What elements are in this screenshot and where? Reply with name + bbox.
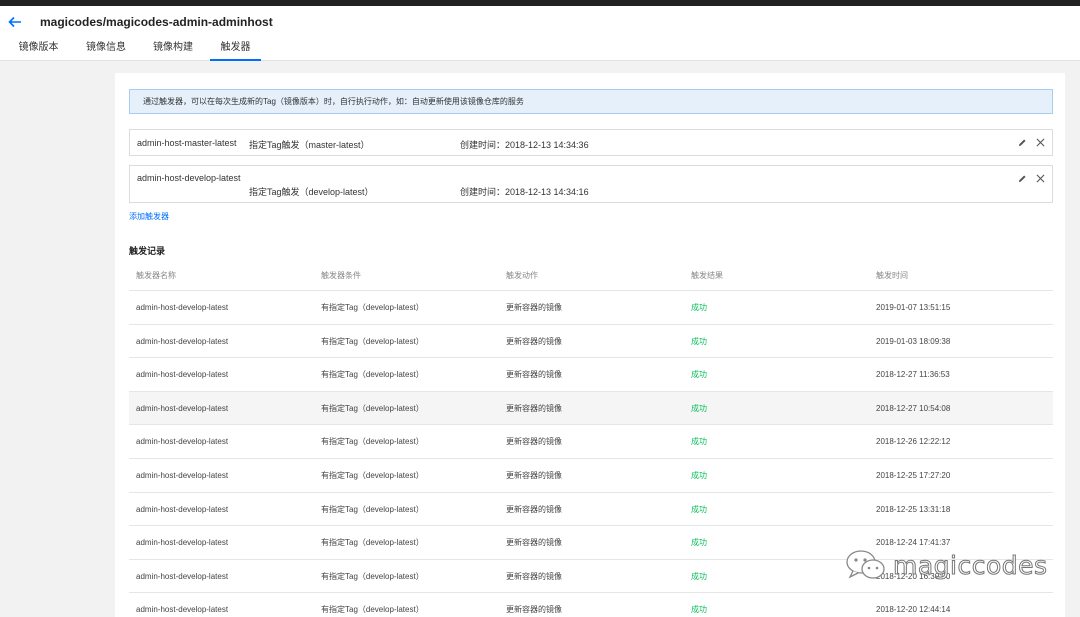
column-header: 触发器名称 — [136, 271, 176, 280]
cell-trigger-name: admin-host-develop-latest — [136, 303, 229, 312]
cell-trigger-name: admin-host-develop-latest — [136, 571, 229, 581]
cell-condition: 有指定Tag（develop-latest） — [321, 336, 424, 346]
watermark-text: magiccodes — [893, 550, 1048, 580]
table-row[interactable]: admin-host-develop-latest 有指定Tag（develop… — [129, 593, 1053, 617]
cell-result: 成功 — [691, 403, 707, 413]
cell-time: 2018-12-27 11:36:53 — [876, 370, 950, 380]
cell-time: 2018-12-26 12:22:12 — [876, 437, 951, 447]
cell-result: 成功 — [691, 336, 707, 346]
cell-action: 更新容器的镜像 — [506, 504, 562, 514]
records-title: 触发记录 — [129, 246, 166, 256]
cell-trigger-name: admin-host-develop-latest — [136, 370, 229, 380]
cell-action: 更新容器的镜像 — [506, 303, 562, 312]
cell-action: 更新容器的镜像 — [506, 370, 562, 380]
wechat-icon — [846, 550, 885, 579]
page-title: magicodes/magicodes-admin-adminhost — [40, 15, 273, 29]
cell-time: 2018-12-25 17:27:20 — [876, 470, 951, 480]
table-row[interactable]: admin-host-develop-latest 有指定Tag（develop… — [129, 291, 1053, 325]
tab-image-build[interactable]: 镜像构建 — [143, 40, 203, 61]
cell-trigger-name: admin-host-develop-latest — [136, 504, 229, 514]
cell-time: 2018-12-27 10:54:08 — [876, 403, 951, 413]
cell-trigger-name: admin-host-develop-latest — [136, 470, 229, 480]
info-notice: 通过触发器，可以在每次生成新的Tag（镜像版本）时，自行执行动作，如：自动更新使… — [129, 89, 1053, 114]
tab-triggers[interactable]: 触发器 — [210, 40, 261, 61]
cell-action: 更新容器的镜像 — [506, 336, 562, 346]
back-arrow-icon[interactable] — [8, 16, 22, 28]
cell-condition: 有指定Tag（develop-latest） — [321, 504, 424, 514]
column-header: 触发器条件 — [321, 271, 361, 280]
tab-bar: 镜像版本 镜像信息 镜像构建 触发器 — [0, 40, 261, 61]
edit-icon[interactable] — [1018, 138, 1027, 147]
cell-condition: 有指定Tag（develop-latest） — [321, 605, 424, 615]
trigger-item: admin-host-develop-latest 指定Tag触发（develo… — [129, 165, 1053, 203]
cell-result: 成功 — [691, 437, 707, 447]
cell-trigger-name: admin-host-develop-latest — [136, 605, 229, 615]
cell-action: 更新容器的镜像 — [506, 403, 562, 413]
cell-result: 成功 — [691, 470, 707, 480]
cell-action: 更新容器的镜像 — [506, 605, 562, 615]
table-row[interactable]: admin-host-develop-latest 有指定Tag（develop… — [129, 358, 1053, 392]
close-icon[interactable] — [1036, 174, 1045, 183]
trigger-item: admin-host-master-latest 指定Tag触发（master-… — [129, 129, 1053, 156]
cell-result: 成功 — [691, 303, 707, 312]
cell-action: 更新容器的镜像 — [506, 571, 562, 581]
column-header: 触发动作 — [506, 271, 538, 280]
cell-time: 2018-12-20 12:44:14 — [876, 605, 951, 615]
cell-condition: 有指定Tag（develop-latest） — [321, 470, 424, 480]
cell-trigger-name: admin-host-develop-latest — [136, 336, 229, 346]
cell-condition: 有指定Tag（develop-latest） — [321, 538, 424, 548]
trigger-created-time: 创建时间：2018-12-13 14:34:16 — [460, 187, 589, 197]
cell-action: 更新容器的镜像 — [506, 470, 562, 480]
cell-condition: 有指定Tag（develop-latest） — [321, 437, 424, 447]
column-header: 触发结果 — [691, 271, 723, 280]
table-row[interactable]: admin-host-develop-latest 有指定Tag（develop… — [129, 492, 1053, 527]
edit-icon[interactable] — [1018, 174, 1027, 183]
cell-condition: 有指定Tag（develop-latest） — [321, 571, 424, 581]
cell-result: 成功 — [691, 538, 707, 548]
cell-result: 成功 — [691, 571, 707, 581]
trigger-name: admin-host-develop-latest — [137, 173, 241, 183]
trigger-created-time: 创建时间：2018-12-13 14:34:36 — [460, 140, 589, 150]
cell-trigger-name: admin-host-develop-latest — [136, 403, 229, 413]
cell-result: 成功 — [691, 605, 707, 615]
cell-time: 2018-12-25 13:31:18 — [876, 504, 951, 514]
watermark: magiccodes — [845, 548, 1048, 582]
table-row[interactable]: admin-host-develop-latest 有指定Tag（develop… — [129, 391, 1053, 426]
cell-condition: 有指定Tag（develop-latest） — [321, 303, 424, 312]
cell-result: 成功 — [691, 504, 707, 514]
header: magicodes/magicodes-admin-adminhost 镜像版本… — [0, 6, 1080, 61]
tab-image-versions[interactable]: 镜像版本 — [8, 40, 69, 61]
table-row[interactable]: admin-host-develop-latest 有指定Tag（develop… — [129, 458, 1053, 493]
column-header: 触发时间 — [876, 271, 908, 280]
table-row[interactable]: admin-host-develop-latest 有指定Tag（develop… — [129, 324, 1053, 359]
cell-action: 更新容器的镜像 — [506, 538, 562, 548]
trigger-condition: 指定Tag触发（master-latest） — [249, 140, 370, 150]
content-card: 通过触发器，可以在每次生成新的Tag（镜像版本）时，自行执行动作，如：自动更新使… — [115, 73, 1065, 617]
close-icon[interactable] — [1036, 138, 1045, 147]
cell-time: 2019-01-07 13:51:15 — [876, 303, 951, 312]
cell-condition: 有指定Tag（develop-latest） — [321, 403, 424, 413]
add-trigger-link[interactable]: 添加触发器 — [129, 211, 169, 222]
cell-action: 更新容器的镜像 — [506, 437, 562, 447]
table-header: 触发器名称 触发器条件 触发动作 触发结果 触发时间 — [129, 261, 1053, 291]
trigger-condition: 指定Tag触发（develop-latest） — [249, 187, 374, 197]
cell-trigger-name: admin-host-develop-latest — [136, 437, 229, 447]
tab-image-info[interactable]: 镜像信息 — [76, 40, 136, 61]
cell-trigger-name: admin-host-develop-latest — [136, 538, 229, 548]
cell-condition: 有指定Tag（develop-latest） — [321, 370, 424, 380]
table-row[interactable]: admin-host-develop-latest 有指定Tag（develop… — [129, 425, 1053, 459]
cell-result: 成功 — [691, 370, 707, 380]
cell-time: 2019-01-03 18:09:38 — [876, 336, 951, 346]
